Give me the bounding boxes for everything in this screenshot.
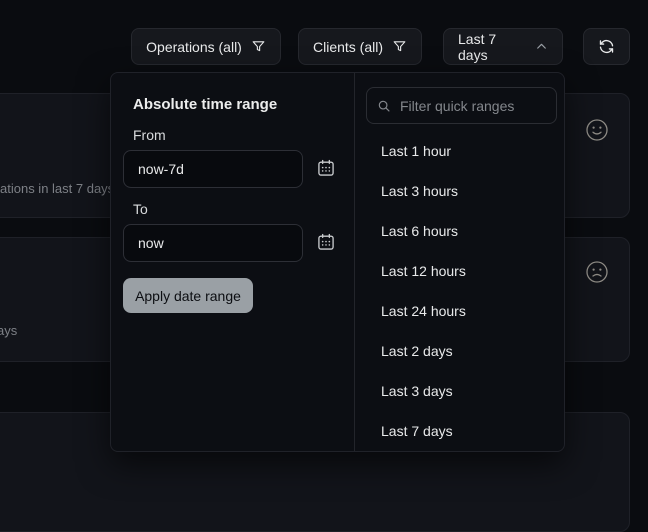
background-card2-caption: ays (0, 323, 17, 338)
refresh-button[interactable] (583, 28, 630, 65)
funnel-icon (251, 39, 266, 54)
apply-date-range-button[interactable]: Apply date range (123, 278, 253, 313)
time-range-picker-button[interactable]: Last 7 days (443, 28, 563, 65)
quick-range-search-input[interactable] (398, 97, 546, 115)
clients-filter-label: Clients (all) (313, 39, 383, 55)
operations-filter-label: Operations (all) (146, 39, 242, 55)
operations-filter-button[interactable]: Operations (all) (131, 28, 281, 65)
clients-filter-button[interactable]: Clients (all) (298, 28, 422, 65)
background-card1-caption: ations in last 7 days (0, 181, 114, 196)
time-range-label: Last 7 days (458, 31, 526, 63)
time-range-dropdown-panel: Absolute time range From To (110, 72, 565, 452)
quick-range-item[interactable]: Last 24 hours (355, 291, 563, 331)
quick-range-search-box (366, 87, 557, 124)
calendar-icon (316, 158, 336, 178)
quick-range-item[interactable]: Last 2 days (355, 331, 563, 371)
chevron-up-icon (535, 40, 548, 53)
to-input[interactable] (123, 224, 303, 262)
quick-range-item[interactable]: Last 6 hours (355, 211, 563, 251)
search-icon (377, 99, 391, 113)
calendar-icon (316, 232, 336, 252)
funnel-icon (392, 39, 407, 54)
absolute-time-range-heading: Absolute time range (133, 96, 277, 113)
from-calendar-button[interactable] (315, 158, 337, 180)
quick-range-item[interactable]: Last 12 hours (355, 251, 563, 291)
quick-range-list: Last 1 hourLast 3 hoursLast 6 hoursLast … (355, 131, 563, 451)
from-label: From (133, 127, 166, 143)
to-label: To (133, 201, 148, 217)
quick-range-item[interactable]: Last 3 hours (355, 171, 563, 211)
quick-range-item[interactable]: Last 1 hour (355, 131, 563, 171)
quick-range-item[interactable]: Last 7 days (355, 411, 563, 451)
refresh-icon (598, 38, 615, 55)
from-input[interactable] (123, 150, 303, 188)
frown-face-icon (584, 259, 610, 285)
quick-range-item[interactable]: Last 3 days (355, 371, 563, 411)
to-calendar-button[interactable] (315, 232, 337, 254)
smiley-face-icon (584, 117, 610, 143)
